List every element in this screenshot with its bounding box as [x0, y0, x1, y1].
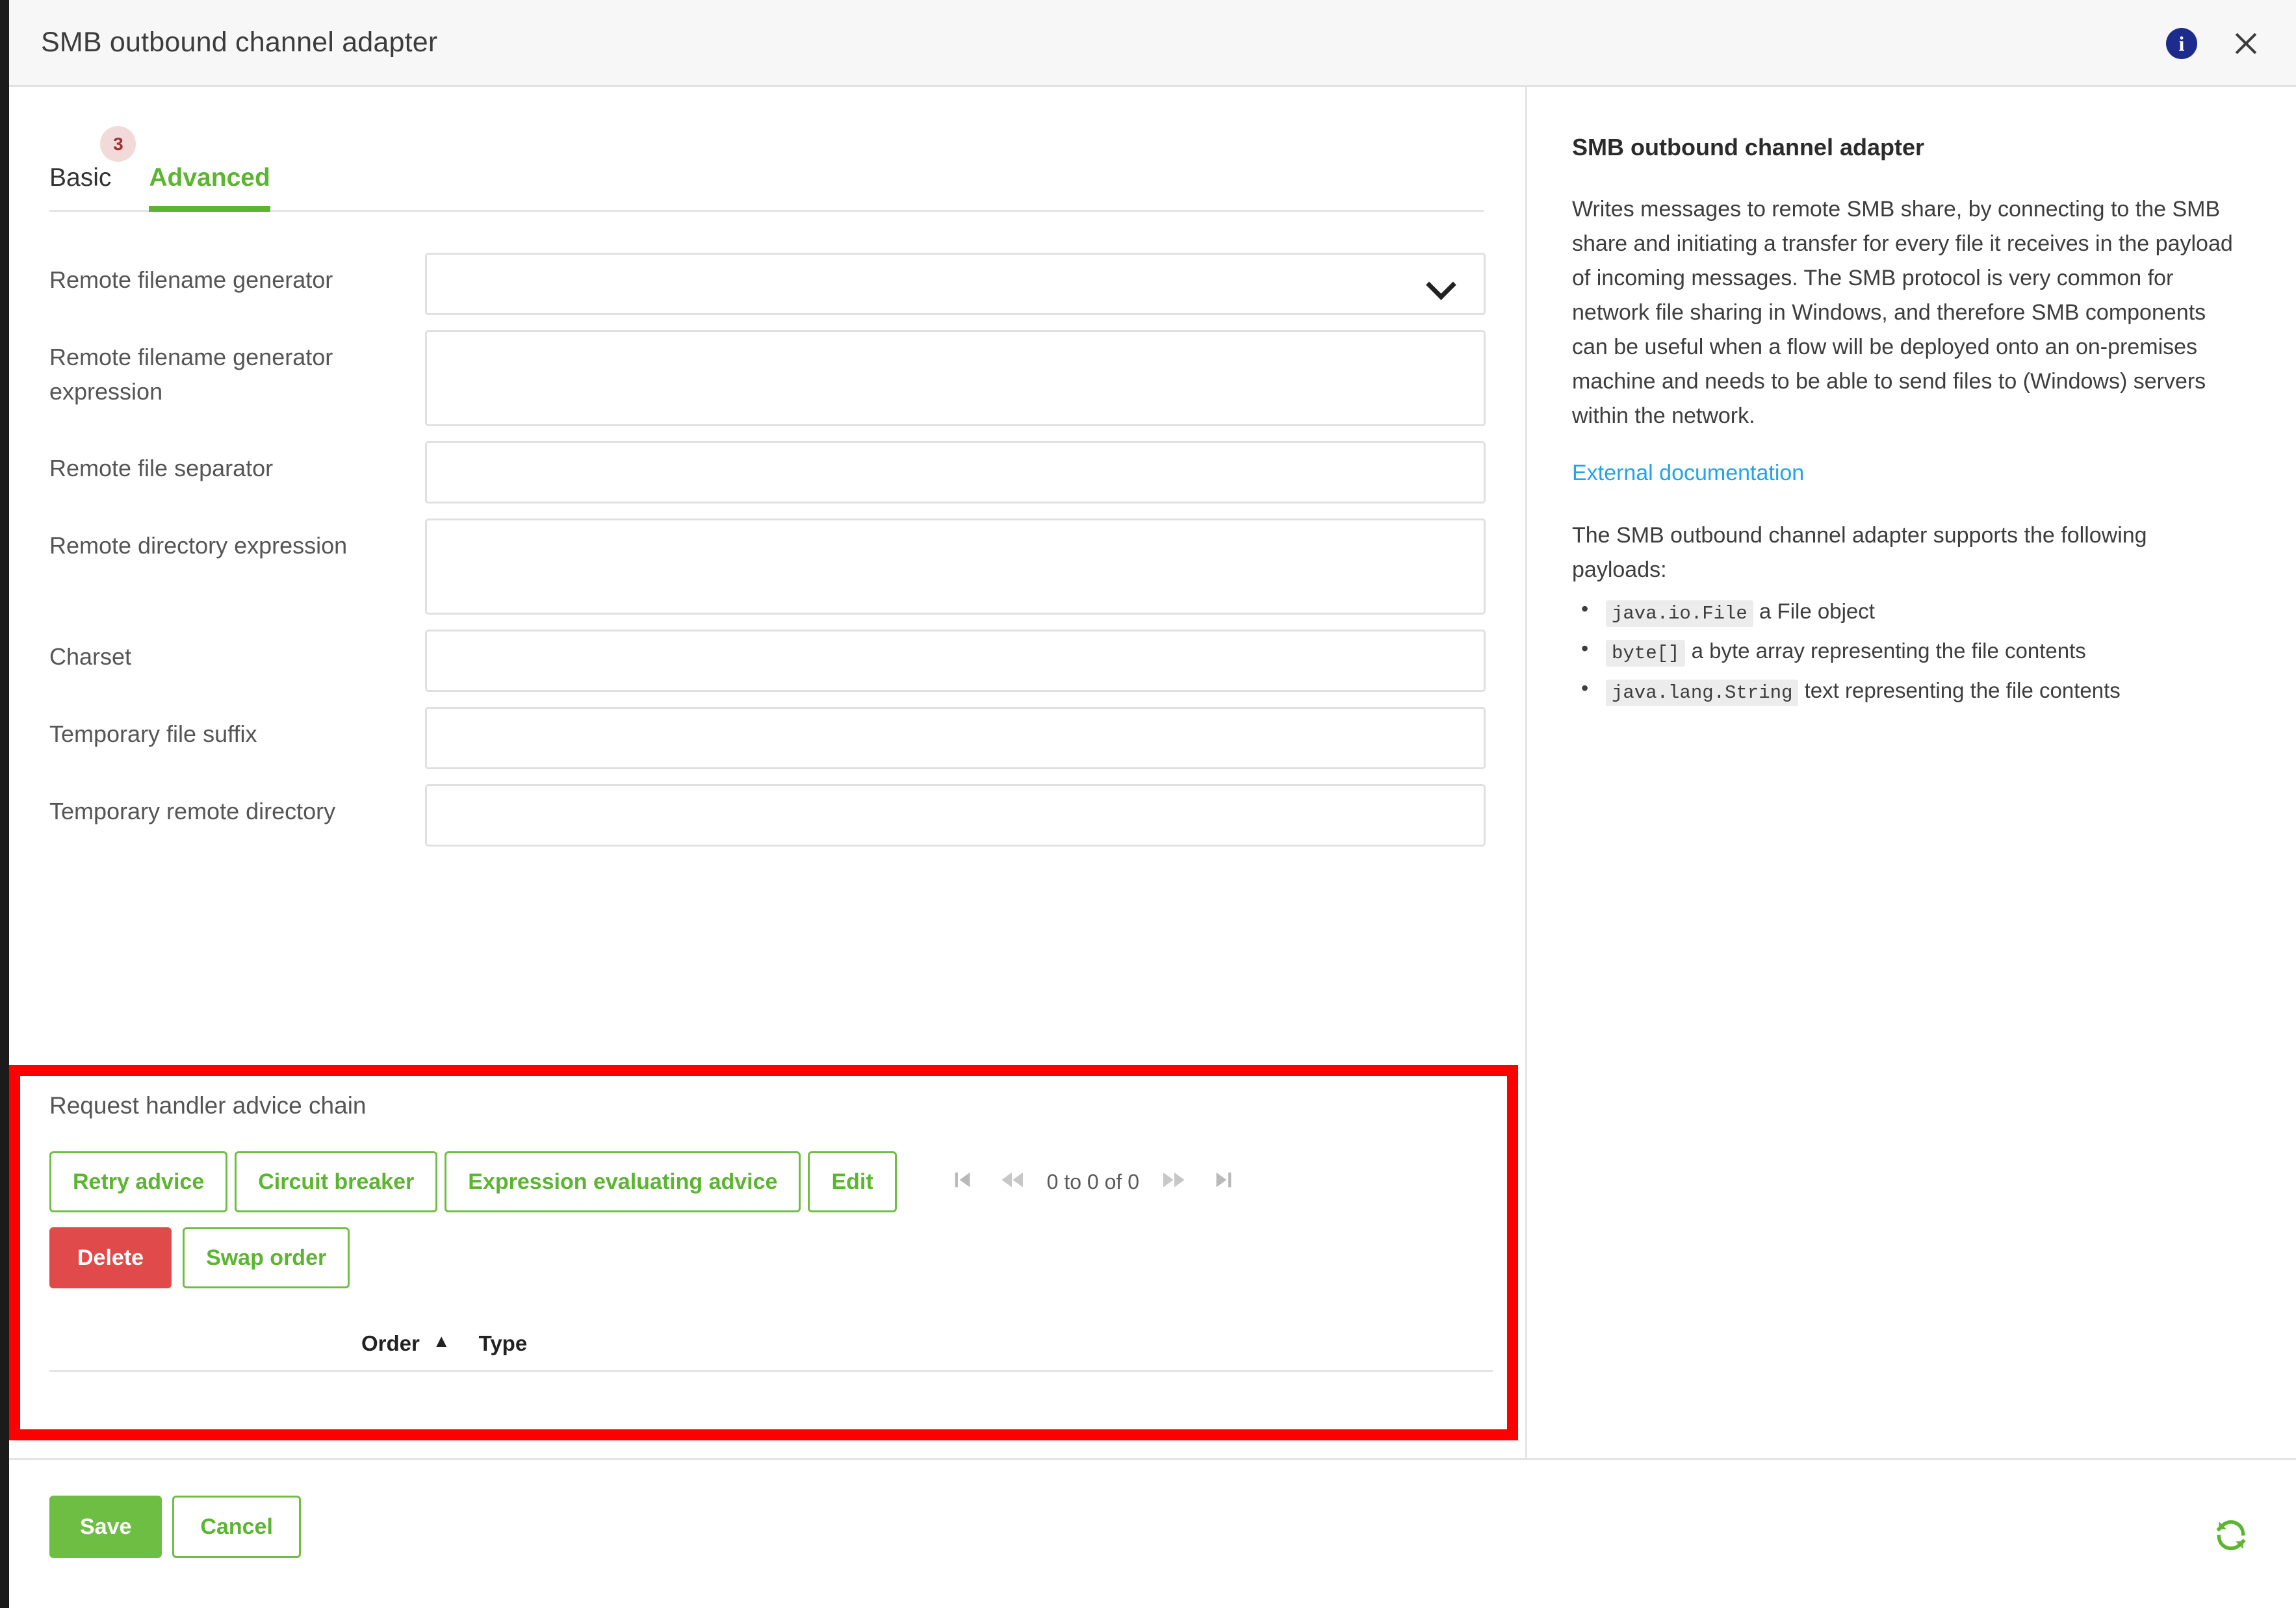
- page-title: SMB outbound channel adapter: [41, 27, 437, 58]
- circuit-breaker-button[interactable]: Circuit breaker: [235, 1151, 437, 1212]
- pagination-controls: 0 to 0 of 0: [938, 1169, 1248, 1195]
- form-row-temporary-file-suffix: Temporary file suffix: [49, 707, 1486, 769]
- form-row-remote-filename-generator: Remote filename generator: [49, 253, 1486, 315]
- temporary-remote-directory-input[interactable]: [425, 784, 1486, 847]
- pagination-range-text: 0 to 0 of 0: [1047, 1170, 1139, 1194]
- dialog-header: SMB outbound channel adapter i: [9, 0, 2296, 87]
- payload-code-1: byte[]: [1606, 640, 1685, 667]
- tab-basic[interactable]: Basic 3: [49, 164, 111, 210]
- advice-chain-button-row: Retry advice Circuit breaker Expression …: [49, 1151, 1493, 1212]
- label-temporary-file-suffix: Temporary file suffix: [49, 707, 425, 752]
- form-row-remote-directory-expression: Remote directory expression: [49, 518, 1486, 615]
- cancel-button[interactable]: Cancel: [172, 1496, 301, 1558]
- close-icon[interactable]: [2231, 29, 2261, 58]
- list-item: byte[] a byte array representing the fil…: [1572, 633, 2244, 669]
- previous-page-icon[interactable]: [987, 1169, 1037, 1195]
- retry-advice-button[interactable]: Retry advice: [49, 1151, 227, 1212]
- payload-text-1: a byte array representing the file conte…: [1692, 639, 2086, 663]
- tab-advanced-label: Advanced: [149, 164, 270, 192]
- tab-basic-label: Basic: [49, 164, 111, 192]
- doc-payload-intro: The SMB outbound channel adapter support…: [1572, 518, 2244, 587]
- charset-input[interactable]: [425, 630, 1486, 692]
- header-actions: i: [2166, 0, 2261, 87]
- form-row-remote-file-separator: Remote file separator: [49, 441, 1486, 504]
- tab-advanced[interactable]: Advanced: [149, 164, 270, 210]
- doc-paragraph: Writes messages to remote SMB share, by …: [1572, 192, 2244, 433]
- footer-buttons: Save Cancel: [49, 1496, 301, 1558]
- info-circle-icon[interactable]: i: [2166, 28, 2197, 59]
- form-row-charset: Charset: [49, 630, 1486, 692]
- label-charset: Charset: [49, 630, 425, 674]
- documentation-content: SMB outbound channel adapter Writes mess…: [1529, 87, 2296, 709]
- dialog-root: SMB outbound channel adapter i Basic 3 A…: [0, 0, 2296, 1608]
- remote-directory-expression-input[interactable]: [425, 518, 1486, 615]
- save-button[interactable]: Save: [49, 1496, 162, 1558]
- advice-chain-table-header: Order ▲ Type: [49, 1331, 1493, 1372]
- list-item: java.lang.String text representing the f…: [1572, 673, 2244, 709]
- payload-text-0: a File object: [1759, 599, 1875, 623]
- delete-button[interactable]: Delete: [49, 1227, 172, 1288]
- column-header-type[interactable]: Type: [479, 1331, 528, 1356]
- last-page-icon[interactable]: [1199, 1169, 1248, 1195]
- remote-file-separator-input[interactable]: [425, 441, 1486, 504]
- form-row-temporary-remote-directory: Temporary remote directory: [49, 784, 1486, 847]
- form-row-remote-filename-generator-expression: Remote filename generator expression: [49, 330, 1486, 426]
- documentation-pane: SMB outbound channel adapter Writes mess…: [1529, 87, 2296, 1458]
- doc-title: SMB outbound channel adapter: [1572, 134, 2244, 161]
- column-header-order[interactable]: Order: [361, 1331, 420, 1356]
- advice-chain-action-row: Delete Swap order: [49, 1227, 1493, 1288]
- dialog-footer: Save Cancel: [9, 1458, 2296, 1608]
- request-handler-advice-chain-section: Request handler advice chain Retry advic…: [9, 1065, 1518, 1440]
- label-remote-file-separator: Remote file separator: [49, 441, 425, 486]
- remote-filename-generator-expression-input[interactable]: [425, 330, 1486, 426]
- remote-filename-generator-select[interactable]: [425, 253, 1486, 315]
- external-documentation-link[interactable]: External documentation: [1572, 461, 2244, 486]
- payload-text-2: text representing the file contents: [1805, 678, 2121, 702]
- tab-basic-badge: 3: [100, 126, 136, 162]
- form-pane: Basic 3 Advanced Remote filename generat…: [9, 87, 1527, 1458]
- advice-chain-content: Request handler advice chain Retry advic…: [49, 1092, 1493, 1423]
- expression-evaluating-advice-button[interactable]: Expression evaluating advice: [445, 1151, 801, 1212]
- advice-chain-title: Request handler advice chain: [49, 1092, 1493, 1119]
- payload-list: java.io.File a File object byte[] a byte…: [1572, 594, 2244, 709]
- edit-button[interactable]: Edit: [808, 1151, 896, 1212]
- payload-code-0: java.io.File: [1606, 600, 1753, 627]
- swap-order-button[interactable]: Swap order: [183, 1227, 350, 1288]
- label-remote-filename-generator: Remote filename generator: [49, 253, 425, 298]
- temporary-file-suffix-input[interactable]: [425, 707, 1486, 769]
- next-page-icon[interactable]: [1150, 1169, 1199, 1195]
- label-remote-directory-expression: Remote directory expression: [49, 518, 425, 563]
- dialog-body: Basic 3 Advanced Remote filename generat…: [9, 87, 2296, 1458]
- first-page-icon[interactable]: [938, 1169, 987, 1195]
- chevron-down-icon: [1430, 274, 1452, 296]
- list-item: java.io.File a File object: [1572, 594, 2244, 630]
- tab-bar: Basic 3 Advanced: [49, 134, 1484, 212]
- refresh-icon[interactable]: [2213, 1517, 2249, 1553]
- label-temporary-remote-directory: Temporary remote directory: [49, 784, 425, 829]
- sort-ascending-icon[interactable]: ▲: [433, 1331, 450, 1356]
- label-remote-filename-generator-expression: Remote filename generator expression: [49, 330, 425, 409]
- payload-code-2: java.lang.String: [1606, 680, 1798, 706]
- advanced-form: Remote filename generator Remote filenam…: [49, 253, 1486, 861]
